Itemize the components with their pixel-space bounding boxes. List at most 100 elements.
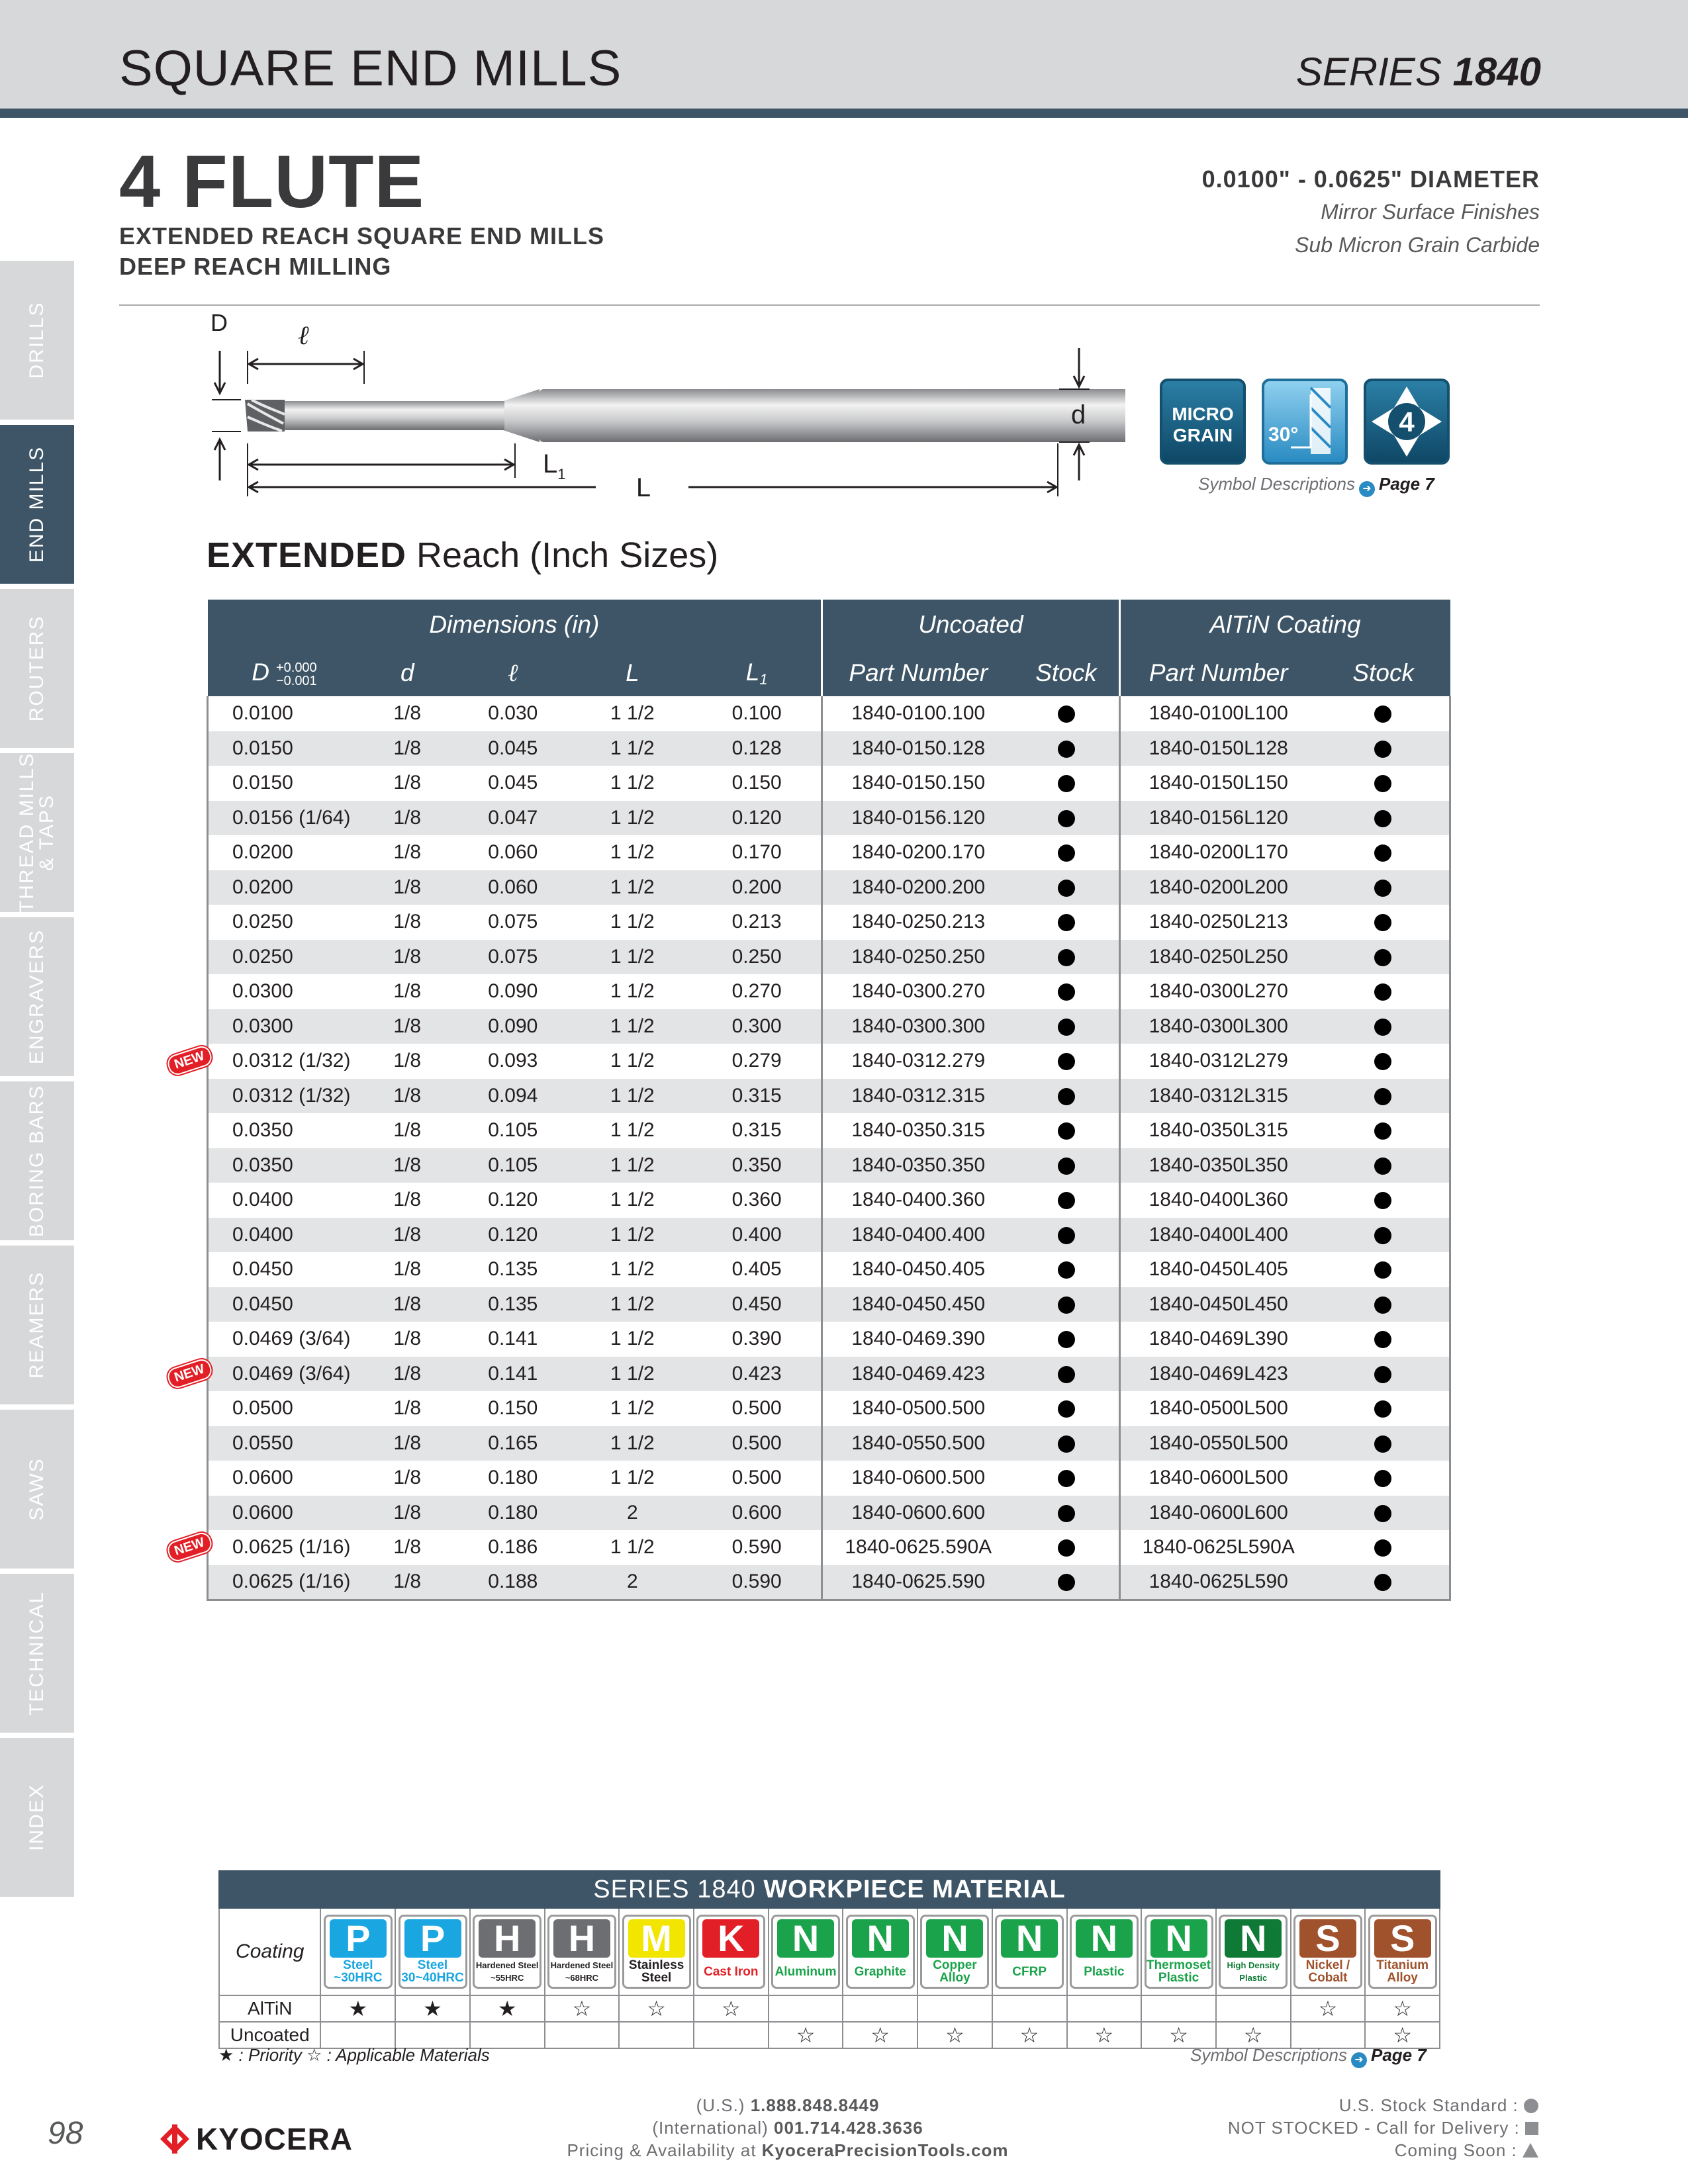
cell-altin-part[interactable]: 1840-0550L500 [1119,1426,1317,1461]
cell-uncoated-part[interactable]: 1840-0400.360 [822,1183,1014,1218]
workpiece-grid: Coating P Steel ~30HRC P Steel 30~40HRC H Harde… [218,1909,1441,2049]
cell-uncoated-part[interactable]: 1840-0450.450 [821,1287,1014,1322]
cell-uncoated-part[interactable]: 1840-0156.120 [821,800,1014,835]
cell-altin-part[interactable]: 1840-0450L405 [1119,1252,1317,1287]
new-badge: NEW [165,1356,214,1390]
cell-D: 0.0400 [207,1217,361,1252]
cell-altin-stock [1316,1322,1451,1357]
cell-uncoated-part[interactable]: 1840-0625.590A [822,1530,1014,1565]
sidebar-tab-index[interactable]: INDEX [0,1738,74,1897]
table-row: 0.0312 (1/32) 1/8 0.094 1 1/2 0.315 1840-0312… [207,1078,1451,1113]
cell-altin-stock [1316,835,1451,870]
rating-cell: ☆ [1366,1996,1441,2021]
sidebar-tab-saws[interactable]: SAWS [0,1410,74,1569]
cell-altin-stock [1316,1252,1451,1287]
cell-altin-part[interactable]: 1840-0350L350 [1119,1148,1317,1183]
cell-altin-part[interactable]: 1840-0312L279 [1119,1044,1317,1079]
cell-L: 1 1/2 [610,980,655,1003]
cell-uncoated-part[interactable]: 1840-0600.500 [822,1461,1014,1496]
cell-uncoated-part[interactable]: 1840-0600.600 [821,1495,1014,1530]
cell-uncoated-part[interactable]: 1840-0250.213 [822,905,1014,940]
cell-uncoated-part[interactable]: 1840-0550.500 [821,1426,1014,1461]
cell-uncoated-part[interactable]: 1840-0312.279 [822,1044,1014,1079]
cell-uncoated-part[interactable]: 1840-0469.423 [821,1356,1014,1391]
cell-d: 1/8 [361,870,454,905]
dim-D-label: D [211,311,228,336]
cell-D: 0.0350 [207,1113,361,1148]
table-row: 0.0400 1/8 0.120 1 1/2 0.400 1840-0400.400 184… [207,1217,1451,1252]
cell-L1: 0.250 [692,939,823,974]
intl-phone[interactable]: 001.714.428.3636 [774,2118,923,2138]
cell-altin-part[interactable]: 1840-0200L200 [1119,870,1317,905]
workpiece-icon-row: Coating P Steel ~30HRC P Steel 30~40HRC H Harde… [218,1909,1441,1996]
sidebar-tab-technical[interactable]: TECHNICAL [0,1574,74,1733]
sidebar-tab-end-mills[interactable]: END MILLS [0,425,74,584]
cell-L1: 0.500 [692,1426,823,1461]
cell-altin-part[interactable]: 1840-0600L500 [1119,1461,1317,1496]
table-row: 0.0450 1/8 0.135 1 1/2 0.405 1840-0450.405 184… [207,1252,1451,1287]
cell-ell: 0.045 [453,731,573,766]
cell-altin-part[interactable]: 1840-0312L315 [1119,1078,1317,1113]
sidebar-tab-thread-mills[interactable]: THREAD MILLS & TAPS [0,752,74,913]
sidebar-tab-engravers[interactable]: ENGRAVERS [0,917,74,1076]
cell-uncoated-part[interactable]: 1840-0100.100 [822,696,1014,731]
cell-altin-part[interactable]: 1840-0450L450 [1119,1287,1317,1322]
cell-altin-part[interactable]: 1840-0150L150 [1119,766,1317,801]
cell-uncoated-part[interactable]: 1840-0200.200 [821,870,1014,905]
cell-altin-part[interactable]: 1840-0400L400 [1119,1217,1317,1252]
cell-uncoated-part[interactable]: 1840-0250.250 [821,939,1014,974]
sidebar-tab-drills[interactable]: DRILLS [0,261,74,420]
cell-uncoated-part[interactable]: 1840-0350.350 [821,1148,1014,1183]
cell-altin-part[interactable]: 1840-0250L213 [1119,905,1317,940]
cell-altin-part[interactable]: 1840-0250L250 [1119,939,1317,974]
website-link[interactable]: KyoceraPrecisionTools.com [762,2140,1009,2160]
cell-uncoated-part[interactable]: 1840-0500.500 [822,1391,1014,1426]
cell-uncoated-part[interactable]: 1840-0450.405 [822,1252,1014,1287]
cell-altin-part[interactable]: 1840-0350L315 [1119,1113,1317,1148]
cell-uncoated-part[interactable]: 1840-0469.390 [822,1322,1014,1357]
cell-uncoated-part[interactable]: 1840-0312.315 [821,1078,1014,1113]
material-cell: P Steel 30~40HRC [396,1909,471,1995]
cell-altin-part[interactable]: 1840-0625L590A [1119,1530,1317,1565]
sidebar-tab-reamers[interactable]: REAMERS [0,1246,74,1404]
sidebar-tab-boring-bars[interactable]: BORING BARS [0,1081,74,1240]
cell-uncoated-part[interactable]: 1840-0350.315 [822,1113,1014,1148]
cell-altin-part[interactable]: 1840-0150L128 [1119,731,1317,766]
us-phone[interactable]: 1.888.848.8449 [751,2095,880,2115]
cell-altin-part[interactable]: 1840-0300L300 [1119,1009,1317,1044]
workpiece-page-link[interactable]: Page 7 [1371,2045,1427,2065]
cell-ell: 0.141 [488,1328,538,1350]
cell-altin-part[interactable]: 1840-0625L590 [1119,1565,1317,1601]
cell-altin-part[interactable]: 1840-0200L170 [1119,835,1317,870]
header-rule [0,109,1688,118]
cell-uncoated-stock [1013,1113,1121,1148]
symbol-page-link[interactable]: Page 7 [1379,474,1434,494]
cell-altin-stock [1316,1495,1451,1530]
cell-L: 1 1/2 [610,1119,655,1142]
sidebar-tab-routers[interactable]: ROUTERS [0,589,74,748]
cell-uncoated-part[interactable]: 1840-0300.270 [822,974,1014,1009]
cell-uncoated-part[interactable]: 1840-0150.128 [821,731,1014,766]
cell-altin-part[interactable]: 1840-0469L390 [1119,1322,1317,1357]
cell-altin-part[interactable]: 1840-0600L600 [1119,1495,1317,1530]
flute-count: 4 [1399,406,1415,437]
cell-uncoated-part[interactable]: 1840-0200.170 [822,835,1014,870]
cell-uncoated-part[interactable]: 1840-0400.400 [821,1217,1014,1252]
triangle-icon [1523,2143,1538,2158]
cell-altin-part[interactable]: 1840-0500L500 [1119,1391,1317,1426]
cell-altin-part[interactable]: 1840-0100L100 [1119,696,1317,731]
cell-D: 0.0250 [207,905,361,940]
sidebar-tab-label: ENGRAVERS [26,929,48,1065]
cell-uncoated-part[interactable]: 1840-0625.590 [821,1565,1014,1601]
cell-altin-part[interactable]: 1840-0300L270 [1119,974,1317,1009]
cell-uncoated-stock [1013,1426,1121,1461]
rating-cell: ☆ [694,1996,769,2021]
cell-uncoated-part[interactable]: 1840-0150.150 [822,766,1014,801]
cell-uncoated-stock [1013,1009,1121,1044]
cell-altin-part[interactable]: 1840-0469L423 [1119,1356,1317,1391]
cell-altin-part[interactable]: 1840-0156L120 [1119,800,1317,835]
cell-uncoated-part[interactable]: 1840-0300.300 [821,1009,1014,1044]
cell-altin-part[interactable]: 1840-0400L360 [1119,1183,1317,1218]
shank-shape [539,389,1125,442]
cell-L: 2 [572,1495,693,1530]
